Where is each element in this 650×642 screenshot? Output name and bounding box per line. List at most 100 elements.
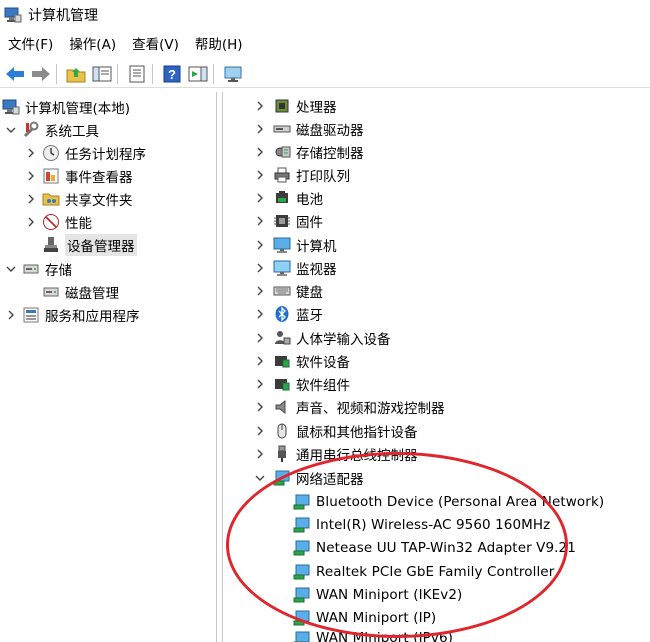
tree-label: 任务计划程序 xyxy=(65,147,146,163)
tree-item-shared-folders[interactable]: 共享文件夹 xyxy=(24,188,133,210)
chevron-right-icon[interactable] xyxy=(4,308,18,322)
help-icon[interactable]: ? xyxy=(161,63,183,85)
tree-item-event-viewer[interactable]: 事件查看器 xyxy=(24,165,133,187)
tree-item-task-scheduler[interactable]: 任务计划程序 xyxy=(24,142,146,164)
tree-item-performance[interactable]: 性能 xyxy=(24,211,92,233)
forward-arrow-icon[interactable] xyxy=(30,63,52,85)
chevron-right-icon[interactable] xyxy=(24,169,38,183)
chevron-right-icon[interactable] xyxy=(253,238,267,252)
chevron-right-icon[interactable] xyxy=(253,261,267,275)
device-category-network-adapters[interactable]: 网络适配器 xyxy=(253,467,364,489)
network-adapter-item[interactable]: WAN Miniport (IPv6) xyxy=(293,630,453,642)
device-label: 通用串行总线控制器 xyxy=(296,448,418,464)
mouse-icon xyxy=(273,422,291,440)
action-pane-icon[interactable] xyxy=(187,63,209,85)
tree-item-services-apps[interactable]: 服务和应用程序 xyxy=(4,304,140,326)
device-category-software-components[interactable]: 软件组件 xyxy=(253,373,350,395)
device-category-usb[interactable]: 通用串行总线控制器 xyxy=(253,443,418,465)
device-category-storage-controllers[interactable]: 存储控制器 xyxy=(253,141,364,163)
network-adapter-label: Intel(R) Wireless-AC 9560 160MHz xyxy=(316,517,551,533)
chevron-right-icon[interactable] xyxy=(253,331,267,345)
chevron-right-icon[interactable] xyxy=(253,168,267,182)
chevron-right-icon[interactable] xyxy=(253,354,267,368)
device-label: 键盘 xyxy=(296,285,323,301)
menu-view[interactable]: 查看(V) xyxy=(124,34,187,56)
tree-label: 计算机管理(本地) xyxy=(25,101,131,117)
device-category-computer[interactable]: 计算机 xyxy=(253,234,337,256)
menu-bar: 文件(F) 操作(A) 查看(V) 帮助(H) xyxy=(0,32,650,58)
tree-item-disk-management[interactable]: 磁盘管理 xyxy=(42,281,119,303)
device-category-disk-drives[interactable]: 磁盘驱动器 xyxy=(253,118,364,140)
navigation-tree[interactable]: 计算机管理(本地) 系统工具 任务计划程序 事件查看器 共享文件夹 性能 设备管… xyxy=(0,92,217,642)
toolbar-separator xyxy=(117,63,118,84)
device-label: 监视器 xyxy=(296,262,337,278)
network-adapter-item[interactable]: Bluetooth Device (Personal Area Network) xyxy=(293,491,604,513)
tree-item-system-tools[interactable]: 系统工具 xyxy=(4,119,99,141)
tree-label: 事件查看器 xyxy=(65,170,133,186)
show-tree-icon[interactable] xyxy=(91,63,113,85)
tree-item-device-manager[interactable]: 设备管理器 xyxy=(42,234,137,256)
event-viewer-icon xyxy=(42,167,60,185)
chevron-right-icon[interactable] xyxy=(253,191,267,205)
menu-action[interactable]: 操作(A) xyxy=(61,34,124,56)
storage-icon xyxy=(22,260,40,278)
up-folder-icon[interactable] xyxy=(65,63,87,85)
device-label: 软件设备 xyxy=(296,355,350,371)
chevron-right-icon[interactable] xyxy=(253,377,267,391)
monitor-icon[interactable] xyxy=(222,63,244,85)
chevron-right-icon[interactable] xyxy=(253,424,267,438)
disk-management-icon xyxy=(42,283,60,301)
tree-item-storage[interactable]: 存储 xyxy=(4,258,72,280)
chevron-right-icon[interactable] xyxy=(24,215,38,229)
device-category-sound[interactable]: 声音、视频和游戏控制器 xyxy=(253,396,445,418)
device-manager-icon xyxy=(42,236,60,254)
network-adapter-item[interactable]: Intel(R) Wireless-AC 9560 160MHz xyxy=(293,514,550,536)
chevron-right-icon[interactable] xyxy=(253,400,267,414)
device-category-print-queues[interactable]: 打印队列 xyxy=(253,164,350,186)
tree-label: 系统工具 xyxy=(45,124,99,140)
chevron-right-icon[interactable] xyxy=(24,192,38,206)
network-adapter-label: Bluetooth Device (Personal Area Network) xyxy=(316,494,605,510)
chevron-right-icon[interactable] xyxy=(253,122,267,136)
network-adapter-item[interactable]: WAN Miniport (IKEv2) xyxy=(293,584,462,606)
device-category-keyboards[interactable]: 键盘 xyxy=(253,280,323,302)
properties-icon[interactable] xyxy=(126,63,148,85)
menu-file[interactable]: 文件(F) xyxy=(0,34,61,56)
chevron-right-icon[interactable] xyxy=(253,307,267,321)
monitor-icon xyxy=(273,259,291,277)
chevron-down-icon[interactable] xyxy=(4,123,18,137)
software-device-icon xyxy=(273,352,291,370)
performance-icon xyxy=(42,213,60,231)
network-adapter-item[interactable]: Realtek PCIe GbE Family Controller xyxy=(293,561,554,583)
network-adapter-item[interactable]: WAN Miniport (IP) xyxy=(293,607,436,629)
device-category-firmware[interactable]: 固件 xyxy=(253,210,323,232)
chevron-right-icon[interactable] xyxy=(253,99,267,113)
services-icon xyxy=(22,306,40,324)
back-arrow-icon[interactable] xyxy=(4,63,26,85)
device-category-batteries[interactable]: 电池 xyxy=(253,187,323,209)
device-category-bluetooth[interactable]: 蓝牙 xyxy=(253,303,323,325)
network-adapter-item[interactable]: Netease UU TAP-Win32 Adapter V9.21 xyxy=(293,537,576,559)
chevron-right-icon[interactable] xyxy=(253,145,267,159)
device-category-mice[interactable]: 鼠标和其他指针设备 xyxy=(253,420,418,442)
computer-icon xyxy=(273,236,291,254)
device-label: 电池 xyxy=(296,192,323,208)
toolbar-separator xyxy=(152,63,153,84)
menu-help[interactable]: 帮助(H) xyxy=(187,34,251,56)
device-category-monitors[interactable]: 监视器 xyxy=(253,257,337,279)
device-category-processor[interactable]: 处理器 xyxy=(253,95,337,117)
tree-item-computer-management[interactable]: 计算机管理(本地) xyxy=(2,96,130,118)
chevron-right-icon[interactable] xyxy=(24,146,38,160)
keyboard-icon xyxy=(273,282,291,300)
device-label: 鼠标和其他指针设备 xyxy=(296,425,418,441)
device-category-hid[interactable]: 人体学输入设备 xyxy=(253,327,391,349)
chevron-right-icon[interactable] xyxy=(253,284,267,298)
title-bar: 计算机管理 xyxy=(0,0,650,30)
chevron-down-icon[interactable] xyxy=(253,471,267,485)
chevron-right-icon[interactable] xyxy=(253,447,267,461)
chevron-right-icon[interactable] xyxy=(253,214,267,228)
network-adapter-icon xyxy=(293,586,311,604)
device-list-pane[interactable]: 处理器 磁盘驱动器 存储控制器 打印队列 电池 固件 计算机 监视器 键盘 蓝牙… xyxy=(222,92,650,642)
chevron-down-icon[interactable] xyxy=(4,262,18,276)
device-category-software-devices[interactable]: 软件设备 xyxy=(253,350,350,372)
